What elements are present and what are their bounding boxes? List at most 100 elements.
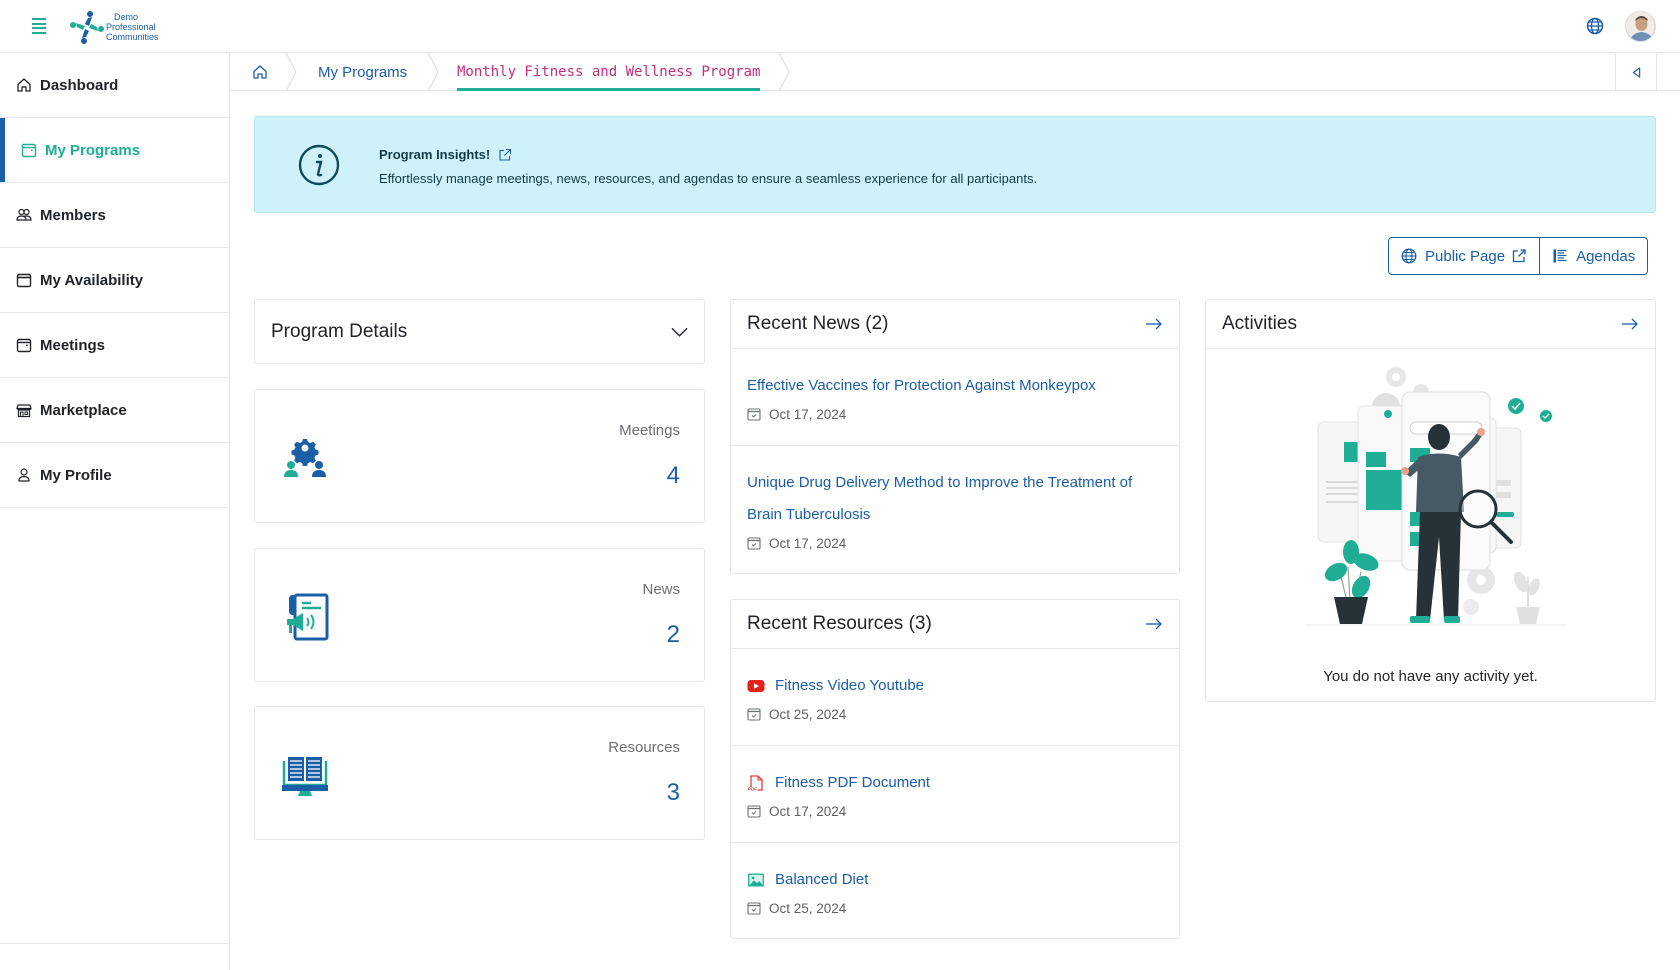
resources-book-monitor-icon — [282, 757, 328, 796]
sidebar-item-label: Dashboard — [40, 76, 119, 94]
sidebar-item-label: Meetings — [40, 336, 106, 354]
resource-list-item: PDF Fitness PDF Document Oct 17, 2024 — [731, 746, 1179, 843]
resource-title-link[interactable]: PDF Fitness PDF Document — [747, 767, 1163, 799]
empty-activity-illustration — [1306, 367, 1566, 626]
calendar-icon — [16, 338, 32, 353]
external-link-icon — [1512, 249, 1526, 263]
news-date: Oct 17, 2024 — [747, 531, 1163, 565]
user-icon — [18, 468, 30, 482]
breadcrumb-separator-icon — [427, 53, 439, 91]
calendar-icon — [16, 273, 32, 288]
home-icon — [17, 78, 31, 92]
news-list-item: Unique Drug Delivery Method to Improve t… — [731, 446, 1179, 575]
resource-list-item: Fitness Video Youtube Oct 25, 2024 — [731, 649, 1179, 746]
stat-value: 3 — [666, 779, 680, 806]
news-date-text: Oct 17, 2024 — [769, 406, 847, 422]
sidebar-item-label: My Programs — [45, 141, 141, 159]
resource-date-text: Oct 25, 2024 — [769, 900, 847, 916]
resource-title-text: Balanced Diet — [775, 871, 869, 888]
arrow-right-icon[interactable] — [1145, 617, 1163, 631]
news-title-link[interactable]: Effective Vaccines for Protection Agains… — [747, 370, 1163, 402]
resources-stat-card[interactable]: Resources 3 — [254, 706, 705, 840]
calendar-check-icon — [747, 708, 761, 721]
calendar-check-icon — [747, 537, 761, 550]
activities-card: Activities You do not have any activity … — [1205, 299, 1656, 702]
logo-text: Demo Professional Communities — [106, 12, 159, 42]
resource-title-link[interactable]: Balanced Diet — [747, 864, 1163, 896]
agenda-list-icon — [1553, 249, 1567, 263]
user-avatar[interactable] — [1625, 11, 1656, 42]
sidebar-item-marketplace[interactable]: Marketplace — [0, 378, 229, 443]
sidebar-item-meetings[interactable]: Meetings — [0, 313, 229, 378]
sidebar-item-my-profile[interactable]: My Profile — [0, 443, 229, 508]
breadcrumb-my-programs[interactable]: My Programs — [318, 53, 407, 91]
resource-date: Oct 25, 2024 — [747, 702, 1163, 736]
news-title-link[interactable]: Unique Drug Delivery Method to Improve t… — [747, 467, 1163, 531]
breadcrumb-separator-icon — [778, 53, 790, 91]
home-icon — [253, 65, 267, 79]
arrow-right-icon[interactable] — [1621, 317, 1639, 331]
news-megaphone-icon — [287, 593, 329, 641]
resource-title-link[interactable]: Fitness Video Youtube — [747, 670, 1163, 702]
sidebar-item-label: Members — [40, 206, 106, 224]
program-details-toggle[interactable]: Program Details — [254, 299, 705, 364]
hamburger-menu-icon[interactable] — [32, 18, 46, 34]
stat-value: 4 — [666, 462, 680, 489]
resource-date-text: Oct 17, 2024 — [769, 803, 847, 819]
triangle-left-icon — [1632, 66, 1640, 78]
sidebar-item-my-availability[interactable]: My Availability — [0, 248, 229, 313]
public-page-button[interactable]: Public Page — [1389, 238, 1539, 274]
activities-title: Activities — [1222, 313, 1297, 334]
pdf-icon: PDF — [748, 775, 763, 792]
youtube-icon — [747, 680, 765, 692]
collapse-panel-button[interactable] — [1615, 53, 1657, 91]
agendas-button[interactable]: Agendas — [1539, 238, 1647, 274]
top-header: Demo Professional Communities — [0, 0, 1680, 53]
resource-date-text: Oct 25, 2024 — [769, 706, 847, 722]
sidebar-item-my-programs[interactable]: My Programs — [0, 118, 229, 183]
svg-text:PDF: PDF — [748, 787, 757, 792]
resource-title-text: Fitness PDF Document — [775, 774, 931, 791]
calendar-check-icon — [747, 805, 761, 818]
external-link-icon[interactable] — [498, 148, 512, 162]
breadcrumb-current-program: Monthly Fitness and Wellness Program — [457, 53, 761, 91]
calendar-icon — [21, 143, 37, 158]
resource-date: Oct 17, 2024 — [747, 799, 1163, 833]
recent-news-header: Recent News (2) — [731, 300, 1179, 349]
info-icon — [298, 144, 340, 186]
arrow-right-icon[interactable] — [1145, 317, 1163, 331]
sidebar-item-members[interactable]: Members — [0, 183, 229, 248]
sidebar-item-label: Marketplace — [40, 401, 127, 419]
banner-description: Effortlessly manage meetings, news, reso… — [379, 171, 1038, 186]
stat-value: 2 — [666, 621, 680, 648]
activities-header: Activities — [1206, 300, 1655, 349]
program-insights-banner: Program Insights! Effortlessly manage me… — [254, 116, 1656, 213]
sidebar: Dashboard My Programs Members My Availab… — [0, 53, 230, 970]
calendar-check-icon — [747, 408, 761, 421]
app-logo[interactable]: Demo Professional Communities — [70, 10, 159, 44]
sidebar-divider — [0, 943, 230, 944]
recent-news-title: Recent News (2) — [747, 313, 889, 334]
activities-empty-message: You do not have any activity yet. — [1323, 668, 1538, 685]
breadcrumb-home[interactable] — [252, 53, 272, 91]
sidebar-item-label: My Availability — [40, 271, 144, 289]
public-page-label: Public Page — [1425, 247, 1506, 265]
sidebar-item-dashboard[interactable]: Dashboard — [0, 53, 229, 118]
resource-title-text: Fitness Video Youtube — [775, 677, 925, 694]
chevron-down-icon — [671, 327, 688, 337]
globe-icon[interactable] — [1586, 17, 1604, 35]
resource-date: Oct 25, 2024 — [747, 896, 1163, 930]
banner-title: Program Insights! — [379, 147, 512, 162]
recent-news-card: Recent News (2) Effective Vaccines for P… — [730, 299, 1180, 574]
recent-resources-header: Recent Resources (3) — [731, 600, 1179, 649]
news-stat-card[interactable]: News 2 — [254, 548, 705, 682]
agendas-label: Agendas — [1576, 247, 1636, 265]
logo-line-2: Professional — [106, 22, 156, 32]
recent-resources-card: Recent Resources (3) Fitness Video Youtu… — [730, 599, 1180, 939]
breadcrumb-separator-icon — [285, 53, 297, 91]
store-icon — [16, 404, 32, 418]
stat-label: Resources — [608, 739, 680, 756]
meetings-stat-card[interactable]: Meetings 4 — [254, 389, 705, 523]
calendar-check-icon — [747, 902, 761, 915]
avatar-photo-icon — [1626, 12, 1655, 41]
